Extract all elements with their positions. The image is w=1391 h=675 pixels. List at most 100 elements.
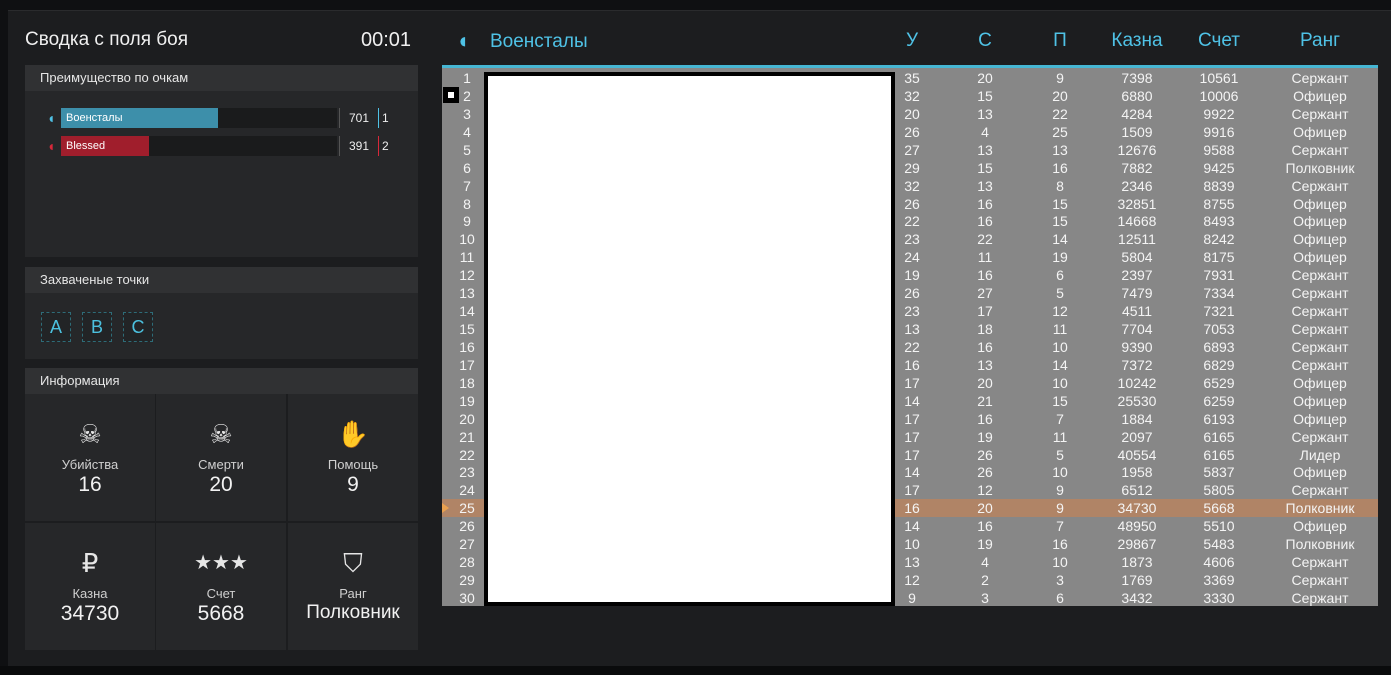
player-assists: 6 <box>1056 267 1064 284</box>
player-rank: Сержант <box>1291 589 1349 606</box>
player-score: 6165 <box>1203 446 1235 463</box>
player-kills: 9 <box>908 589 916 606</box>
player-deaths: 17 <box>977 303 993 320</box>
player-deaths: 26 <box>977 464 993 481</box>
player-deaths: 27 <box>977 285 993 302</box>
player-treasury: 2346 <box>1121 177 1153 194</box>
team-place: 1 <box>382 111 389 125</box>
column-header-deaths[interactable]: С <box>967 30 1003 52</box>
player-deaths: 20 <box>977 500 993 517</box>
player-deaths: 20 <box>977 70 993 86</box>
player-deaths: 15 <box>977 159 993 176</box>
player-assists: 20 <box>1052 87 1068 104</box>
player-kills: 29 <box>904 159 920 176</box>
player-score: 6893 <box>1203 338 1235 355</box>
column-header-kills[interactable]: У <box>894 30 930 52</box>
player-score: 6529 <box>1203 374 1235 391</box>
player-deaths: 16 <box>977 267 993 284</box>
player-rank: Офицер <box>1293 87 1347 104</box>
player-assists: 14 <box>1052 231 1068 248</box>
player-score: 5510 <box>1203 518 1235 535</box>
player-treasury: 34730 <box>1117 500 1157 517</box>
player-score: 6165 <box>1203 428 1235 445</box>
player-kills: 23 <box>904 231 920 248</box>
player-deaths: 13 <box>977 105 993 122</box>
player-rank: Сержант <box>1291 482 1349 499</box>
player-deaths: 18 <box>977 321 993 338</box>
player-kills: 20 <box>904 105 920 122</box>
column-header-score[interactable]: Счет <box>1177 30 1261 52</box>
capture-point-b: B <box>82 312 112 342</box>
player-assists: 5 <box>1056 285 1064 302</box>
player-deaths: 16 <box>977 410 993 427</box>
info-panel: Информация <box>25 368 418 394</box>
player-assists: 7 <box>1056 410 1064 427</box>
player-score: 3330 <box>1203 589 1235 606</box>
column-header-assists[interactable]: П <box>1042 30 1078 52</box>
player-treasury: 5804 <box>1121 249 1153 266</box>
player-kills: 13 <box>904 554 920 571</box>
player-treasury: 6512 <box>1121 482 1153 499</box>
player-rank: Офицер <box>1293 464 1347 481</box>
advantage-header: Преимущество по очкам <box>25 65 418 91</box>
column-header-treasury[interactable]: Казна <box>1092 30 1182 52</box>
player-assists: 3 <box>1056 572 1064 589</box>
player-assists: 25 <box>1052 123 1068 140</box>
advantage-bar-track: Военсталы <box>61 108 337 128</box>
player-treasury: 7372 <box>1121 356 1153 373</box>
player-kills: 22 <box>904 338 920 355</box>
player-kills: 26 <box>904 195 920 212</box>
player-kills: 26 <box>904 123 920 140</box>
player-deaths: 12 <box>977 482 993 499</box>
player-assists: 5 <box>1056 446 1064 463</box>
player-treasury: 1509 <box>1121 123 1153 140</box>
player-rank: Лидер <box>1299 446 1341 463</box>
player-assists: 9 <box>1056 500 1064 517</box>
info-value: 9 <box>347 473 359 496</box>
player-deaths: 4 <box>981 554 989 571</box>
column-header-rank[interactable]: Ранг <box>1262 30 1378 52</box>
player-rank: Сержант <box>1291 554 1349 571</box>
player-treasury: 6880 <box>1121 87 1153 104</box>
player-rank: Сержант <box>1291 303 1349 320</box>
player-treasury: 2097 <box>1121 428 1153 445</box>
player-score: 6193 <box>1203 410 1235 427</box>
player-deaths: 13 <box>977 141 993 158</box>
player-assists: 11 <box>1052 428 1068 445</box>
advantage-row-team-1: ◖ Военсталы 701 1 <box>42 108 402 128</box>
player-kills: 10 <box>904 536 920 553</box>
player-score: 8839 <box>1203 177 1235 194</box>
player-deaths: 15 <box>977 87 993 104</box>
player-treasury: 2397 <box>1121 267 1153 284</box>
info-label: Казна <box>72 586 108 601</box>
player-score: 5483 <box>1203 536 1235 553</box>
player-kills: 32 <box>904 87 920 104</box>
player-assists: 16 <box>1052 159 1068 176</box>
player-score: 7053 <box>1203 321 1235 338</box>
info-treasury: ₽ Казна 34730 <box>25 523 155 650</box>
player-treasury: 7479 <box>1121 285 1153 302</box>
player-score: 8493 <box>1203 213 1235 230</box>
player-rank: Сержант <box>1291 428 1349 445</box>
player-score: 8175 <box>1203 249 1235 266</box>
player-rank: Офицер <box>1293 410 1347 427</box>
player-names-redacted <box>484 72 895 606</box>
player-assists: 10 <box>1052 374 1068 391</box>
team-place: 2 <box>382 139 389 153</box>
player-treasury: 10242 <box>1117 374 1157 391</box>
team-score: 701 <box>339 108 379 128</box>
player-deaths: 2 <box>981 572 989 589</box>
player-deaths: 19 <box>977 536 993 553</box>
player-assists: 10 <box>1052 554 1068 571</box>
player-score: 5837 <box>1203 464 1235 481</box>
player-deaths: 11 <box>977 249 993 266</box>
player-deaths: 16 <box>977 213 993 230</box>
player-treasury: 40554 <box>1117 446 1157 463</box>
player-assists: 7 <box>1056 518 1064 535</box>
player-kills: 14 <box>904 392 920 409</box>
player-assists: 6 <box>1056 589 1064 606</box>
player-score: 5805 <box>1203 482 1235 499</box>
advantage-panel: Преимущество по очкам ◖ Военсталы 701 1 … <box>25 65 418 257</box>
player-assists: 19 <box>1052 249 1068 266</box>
player-assists: 10 <box>1052 338 1068 355</box>
